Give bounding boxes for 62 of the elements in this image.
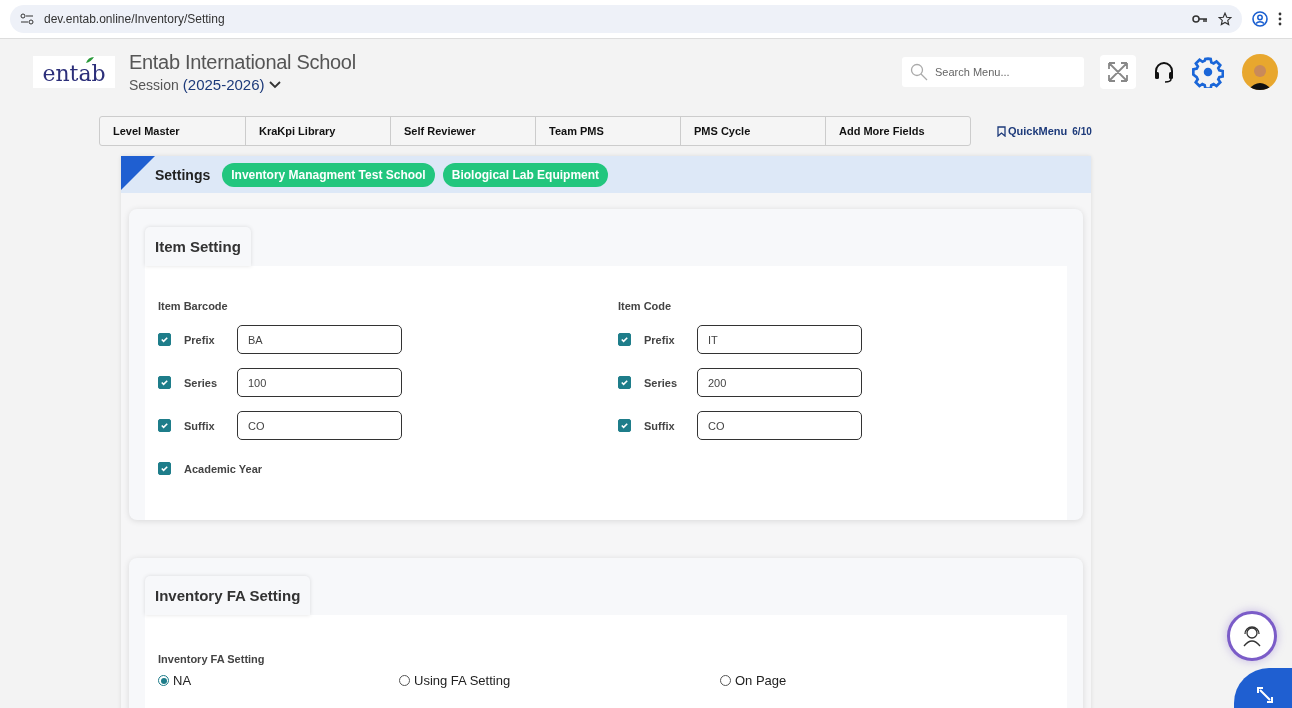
fullscreen-button[interactable] [1100, 55, 1136, 89]
input-field[interactable]: CO [237, 411, 402, 440]
more-menu-icon[interactable] [1278, 12, 1282, 26]
resize-arrow-icon [1256, 686, 1274, 704]
checkbox[interactable] [618, 376, 631, 389]
user-avatar[interactable] [1242, 54, 1278, 90]
input-field[interactable]: BA [237, 325, 402, 354]
radio-label: On Page [735, 673, 787, 688]
search-field[interactable]: Search Menu... [902, 57, 1084, 87]
key-icon[interactable] [1192, 14, 1208, 24]
group-label: Inventory FA Setting [158, 653, 265, 665]
session-value[interactable]: (2025-2026) [182, 76, 265, 93]
checkmark-icon [160, 464, 169, 473]
nav-tab[interactable]: KraKpi Library [245, 117, 390, 145]
input-field[interactable]: 100 [237, 368, 402, 397]
nav-tab[interactable]: Self Reviewer [390, 117, 535, 145]
star-icon[interactable] [1218, 12, 1232, 26]
checkmark-icon [160, 378, 169, 387]
group-label: Item Code [618, 300, 673, 312]
checkbox-label: Prefix [644, 333, 676, 346]
checkbox[interactable] [158, 333, 171, 346]
checkbox-label: Suffix [184, 419, 216, 432]
nav-tab[interactable]: Add More Fields [825, 117, 970, 145]
school-logo: entab [33, 56, 115, 88]
group-label: Item Barcode [158, 300, 229, 312]
session-label: Session [129, 76, 179, 93]
checkmark-icon [160, 335, 169, 344]
checkbox[interactable] [158, 419, 171, 432]
radio-label: Using FA Setting [414, 673, 511, 688]
checkbox-label: Suffix [644, 419, 676, 432]
checkmark-icon [620, 335, 629, 344]
nav-tab[interactable]: Team PMS [535, 117, 680, 145]
checkbox[interactable] [618, 333, 631, 346]
support-chat-button[interactable] [1227, 611, 1277, 661]
input-field[interactable]: 200 [697, 368, 862, 397]
checkmark-icon [620, 378, 629, 387]
checkbox-label: Series [184, 376, 219, 389]
input-field[interactable]: IT [697, 325, 862, 354]
site-settings-icon[interactable] [20, 13, 34, 25]
radio-label: NA [173, 673, 192, 688]
input-field[interactable]: CO [697, 411, 862, 440]
checkmark-icon [620, 421, 629, 430]
nav-tab[interactable]: Level Master [100, 117, 245, 145]
checkbox[interactable] [158, 462, 171, 475]
nav-tab[interactable]: PMS Cycle [680, 117, 825, 145]
quick-menu-link[interactable]: QuickMenu 6/10 [997, 125, 1092, 137]
headset-icon [1153, 60, 1175, 84]
settings-button[interactable] [1190, 55, 1226, 89]
settings-icon [1192, 56, 1224, 88]
checkbox-label: Prefix [184, 333, 216, 346]
school-name: Entab International School [129, 51, 356, 74]
breadcrumb-title: Settings [155, 166, 211, 183]
chevron-down-icon[interactable] [268, 80, 281, 89]
profile-icon[interactable] [1252, 11, 1268, 27]
search-icon [910, 63, 928, 81]
expand-arrows-icon [1107, 61, 1129, 83]
checkbox[interactable] [158, 376, 171, 389]
bookmark-icon [997, 125, 1006, 137]
checkbox-label: Academic Year [184, 462, 263, 475]
checkbox-label: Series [644, 376, 679, 389]
checkmark-icon [160, 421, 169, 430]
checkbox[interactable] [618, 419, 631, 432]
